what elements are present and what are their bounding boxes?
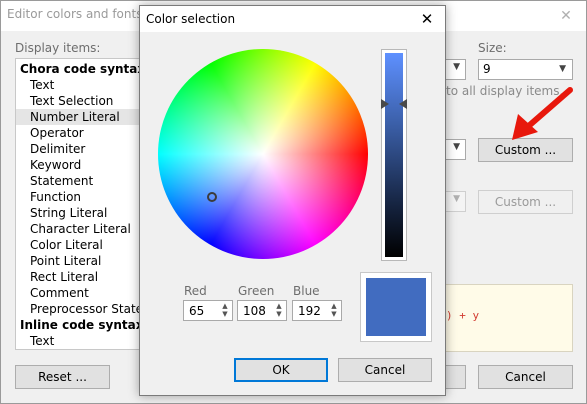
window-title: Editor colors and fonts	[7, 7, 143, 21]
list-item[interactable]: Rect Literal	[30, 269, 98, 285]
list-item[interactable]: Statement	[30, 173, 93, 189]
list-item[interactable]: String Literal	[30, 205, 107, 221]
list-item[interactable]: Operator	[30, 125, 84, 141]
slider-handle-left[interactable]	[381, 99, 389, 109]
ok-button[interactable]	[446, 365, 466, 389]
spin-arrows-icon[interactable]: ▲ ▼	[330, 302, 338, 318]
color-selection-dialog: Color selection ✕ Red Green Blue 65 ▲ ▼ 1…	[139, 5, 446, 396]
chevron-down-icon: ▼	[453, 62, 460, 72]
display-items-label: Display items:	[15, 41, 101, 55]
close-icon[interactable]: ✕	[409, 6, 445, 32]
brightness-slider[interactable]	[381, 49, 407, 261]
wheel-cursor[interactable]	[207, 192, 217, 202]
cancel-button[interactable]: Cancel	[478, 365, 573, 389]
background-color-select: ▼	[446, 191, 466, 212]
blue-value[interactable]: 192	[298, 304, 321, 318]
color-preview	[360, 272, 432, 342]
list-item[interactable]: Text Selection	[30, 93, 113, 109]
list-item[interactable]: Function	[30, 189, 81, 205]
size-value: 9	[483, 62, 491, 76]
dialog-title: Color selection	[146, 12, 236, 26]
spin-arrows-icon[interactable]: ▲ ▼	[221, 302, 229, 318]
reset-button[interactable]: Reset ...	[15, 365, 110, 389]
list-item[interactable]: Text	[30, 77, 54, 93]
display-items-list[interactable]: Chora code syntax elemTextText Selection…	[15, 58, 145, 350]
list-group-header[interactable]: Chora code syntax elem	[20, 61, 144, 77]
blue-label: Blue	[293, 284, 320, 298]
list-item[interactable]: Keyword	[30, 157, 81, 173]
foreground-color-select[interactable]: ▼	[446, 139, 466, 160]
list-item[interactable]: Point Literal	[30, 253, 101, 269]
cancel-button[interactable]: Cancel	[338, 358, 432, 382]
preview-code-text: ) + y	[446, 309, 480, 322]
list-item[interactable]: Delimiter	[30, 141, 85, 157]
chevron-down-icon: ▼	[559, 64, 566, 74]
list-item[interactable]: Color Literal	[30, 237, 103, 253]
color-preview-swatch	[366, 278, 426, 336]
green-label: Green	[238, 284, 275, 298]
size-label: Size:	[478, 41, 507, 55]
red-arrow-annotation	[512, 87, 573, 140]
title-bar: Color selection ✕	[140, 6, 445, 32]
blue-spinbox[interactable]: 192 ▲ ▼	[292, 300, 342, 321]
list-item[interactable]: Number Literal	[16, 109, 144, 125]
slider-handle-right[interactable]	[399, 99, 407, 109]
ok-button[interactable]: OK	[234, 358, 328, 382]
list-item[interactable]: Preprocessor Stateme	[30, 301, 144, 317]
color-wheel[interactable]	[158, 49, 368, 259]
list-item[interactable]: Character Literal	[30, 221, 131, 237]
green-value[interactable]: 108	[243, 304, 266, 318]
red-label: Red	[184, 284, 207, 298]
list-item[interactable]: Text	[30, 333, 54, 349]
custom-background-button: Custom ...	[478, 190, 573, 214]
brightness-track[interactable]	[385, 53, 403, 257]
font-select[interactable]: ▼	[446, 59, 466, 80]
list-item[interactable]: Comment	[30, 285, 89, 301]
close-icon[interactable]: ✕	[546, 1, 586, 31]
green-spinbox[interactable]: 108 ▲ ▼	[237, 300, 287, 321]
spin-arrows-icon[interactable]: ▲ ▼	[275, 302, 283, 318]
red-value[interactable]: 65	[189, 304, 204, 318]
chevron-down-icon: ▼	[453, 142, 460, 152]
code-preview: ) + y	[446, 284, 573, 352]
red-spinbox[interactable]: 65 ▲ ▼	[183, 300, 233, 321]
chevron-down-icon: ▼	[453, 194, 460, 204]
list-group-header[interactable]: Inline code syntax elen	[20, 317, 144, 333]
size-select[interactable]: 9 ▼	[478, 59, 573, 80]
